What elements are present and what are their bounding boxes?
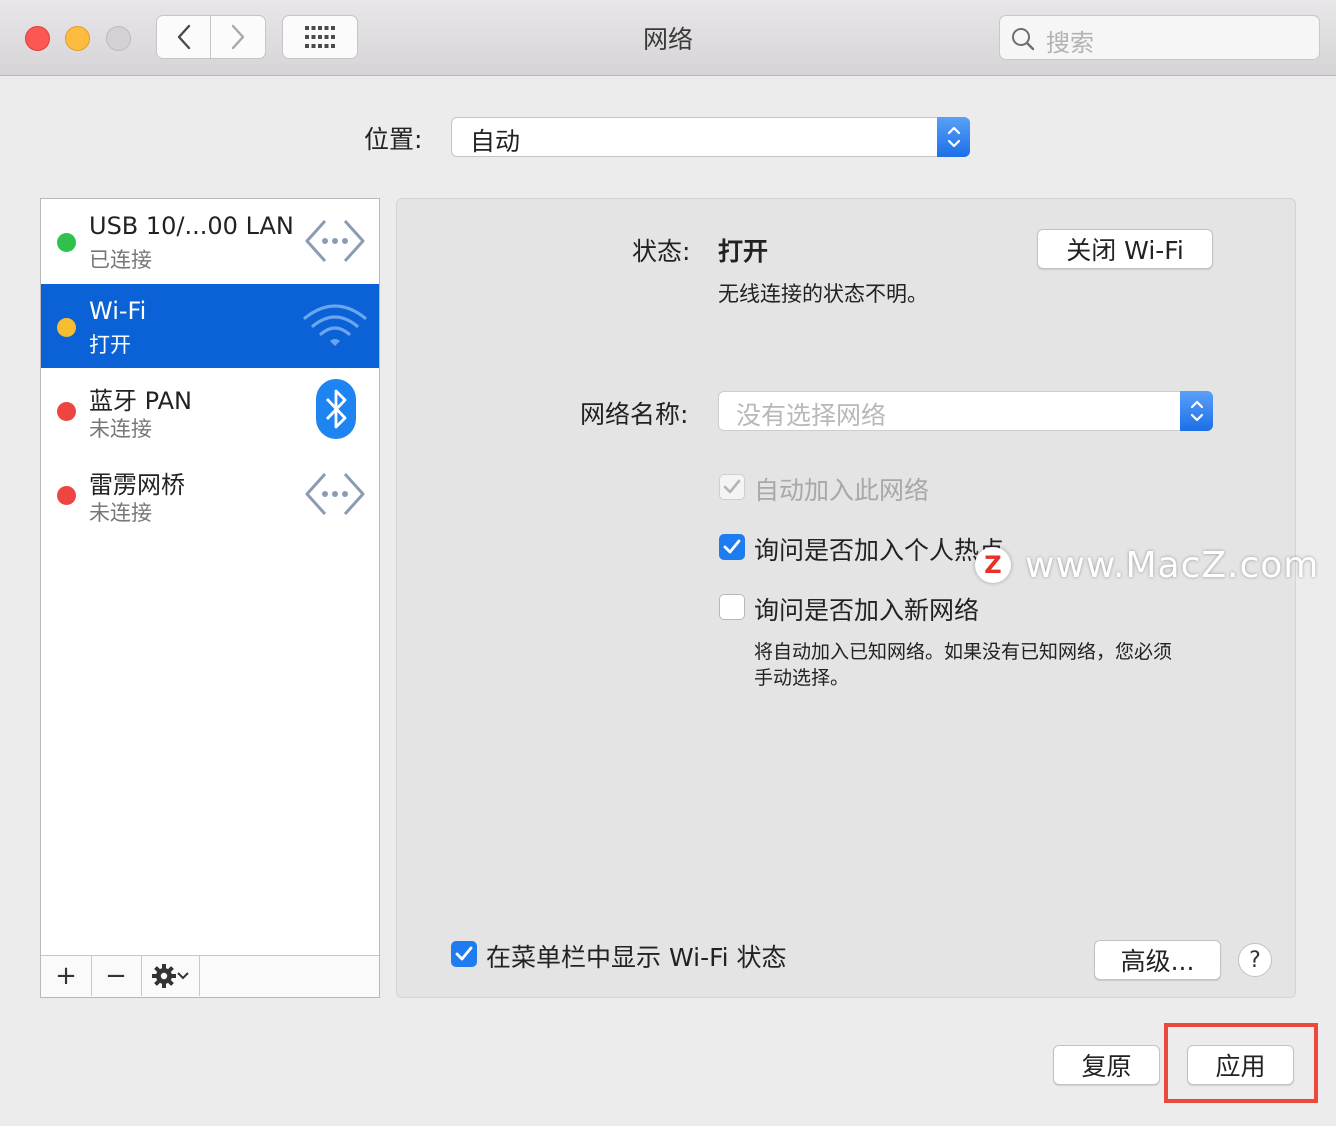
search-icon <box>1012 28 1035 51</box>
ask-new-network-checkbox[interactable] <box>719 594 745 620</box>
service-item-usb-lan[interactable]: USB 10/...00 LAN 已连接 <box>41 199 379 283</box>
updown-chevron-icon <box>1190 400 1203 422</box>
remove-service-button[interactable]: − <box>91 956 142 996</box>
watermark-text: www.MacZ.com <box>1025 544 1320 586</box>
ask-hotspot-checkbox[interactable] <box>719 534 745 560</box>
service-item-wifi[interactable]: Wi-Fi 打开 <box>41 284 379 368</box>
auto-join-label: 自动加入此网络 <box>754 476 930 505</box>
service-name: 雷雳网桥 <box>89 471 185 499</box>
status-dot <box>57 402 76 421</box>
ethernet-icon <box>305 472 365 516</box>
service-item-thunderbolt-bridge[interactable]: 雷雳网桥 未连接 <box>41 452 379 536</box>
gear-icon <box>152 964 176 988</box>
updown-chevron-icon <box>947 126 960 148</box>
checkmark-icon <box>723 539 741 554</box>
checkmark-icon <box>455 946 473 961</box>
bluetooth-icon <box>316 379 356 439</box>
service-list: USB 10/...00 LAN 已连接 Wi-Fi 打开 蓝牙 PAN 未连接… <box>40 198 380 998</box>
advanced-button[interactable]: 高级... <box>1094 940 1221 980</box>
select-stepper <box>937 117 970 157</box>
location-label: 位置: <box>364 125 423 154</box>
network-name-label: 网络名称: <box>580 400 689 429</box>
service-list-toolbar: + − <box>41 955 379 997</box>
search-field[interactable]: 搜索 <box>999 15 1320 60</box>
status-dot <box>57 318 76 337</box>
ethernet-icon <box>305 219 365 263</box>
show-menubar-checkbox[interactable] <box>451 941 477 967</box>
service-item-bluetooth-pan[interactable]: 蓝牙 PAN 未连接 <box>41 368 379 452</box>
service-status: 未连接 <box>89 501 152 525</box>
ask-hotspot-label: 询问是否加入个人热点 <box>754 536 1005 565</box>
chevron-down-icon <box>177 972 189 980</box>
auto-join-checkbox[interactable] <box>719 474 745 500</box>
location-value: 自动 <box>470 127 521 156</box>
checkmark-icon <box>723 479 741 494</box>
help-button[interactable]: ? <box>1238 943 1272 977</box>
wifi-icon <box>303 304 367 346</box>
service-name: USB 10/...00 LAN <box>89 212 294 240</box>
status-dot <box>57 233 76 252</box>
status-value: 打开 <box>718 237 769 266</box>
status-description: 无线连接的状态不明。 <box>718 282 928 306</box>
add-service-button[interactable]: + <box>41 956 92 996</box>
turn-off-wifi-button[interactable]: 关闭 Wi-Fi <box>1037 229 1213 269</box>
action-menu-button[interactable] <box>141 956 200 996</box>
ask-new-network-note-1: 将自动加入已知网络。如果没有已知网络，您必须 <box>754 641 1173 663</box>
search-placeholder: 搜索 <box>1046 29 1094 57</box>
service-status: 打开 <box>89 333 131 357</box>
service-name: Wi-Fi <box>89 297 147 325</box>
window-titlebar: 网络 搜索 <box>0 0 1336 76</box>
watermark-logo: Z <box>975 547 1011 583</box>
status-dot <box>57 486 76 505</box>
ask-new-network-note-2: 手动选择。 <box>754 667 850 689</box>
service-name: 蓝牙 PAN <box>89 387 192 415</box>
watermark: Z www.MacZ.com <box>975 544 1320 586</box>
show-menubar-label: 在菜单栏中显示 Wi-Fi 状态 <box>486 943 787 972</box>
location-select[interactable]: 自动 <box>451 117 970 157</box>
service-status: 未连接 <box>89 417 152 441</box>
network-name-placeholder: 没有选择网络 <box>736 401 887 430</box>
select-stepper <box>1180 391 1213 431</box>
revert-button[interactable]: 复原 <box>1053 1045 1160 1085</box>
ask-new-network-label: 询问是否加入新网络 <box>754 596 980 625</box>
status-label: 状态: <box>632 237 691 266</box>
service-status: 已连接 <box>89 248 152 272</box>
highlight-box <box>1164 1023 1318 1103</box>
network-name-select[interactable]: 没有选择网络 <box>718 391 1213 431</box>
